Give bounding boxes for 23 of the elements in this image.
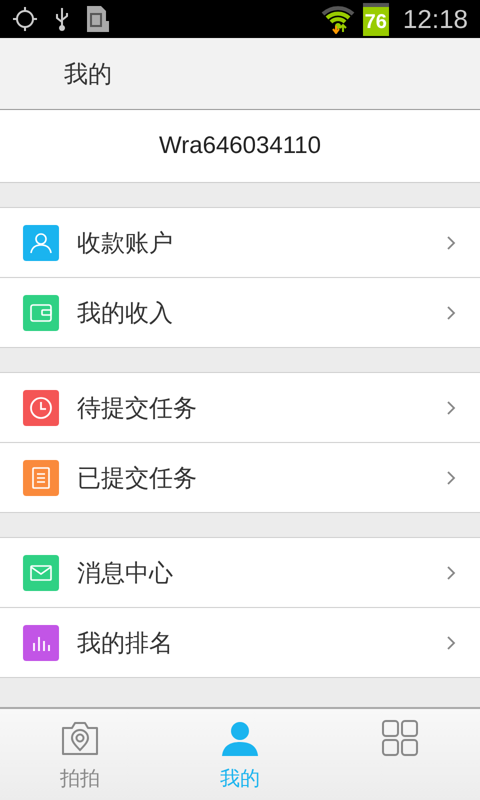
chevron-icon — [446, 400, 456, 416]
chevron-icon — [446, 634, 456, 650]
username: Wra646034110 — [159, 132, 321, 160]
grid-icon — [380, 719, 420, 757]
battery-level: 76 — [362, 2, 389, 36]
page-title: 我的 — [64, 58, 112, 90]
usb-icon — [54, 6, 70, 32]
sim-card-icon — [86, 5, 110, 33]
wifi-icon — [320, 4, 355, 34]
chevron-icon — [446, 234, 456, 250]
clock-time: 12:18 — [402, 4, 468, 34]
menu-item[interactable]: 收款账户 — [0, 208, 480, 277]
chevron-icon — [446, 304, 456, 320]
menu-item[interactable]: 消息中心 — [0, 538, 480, 607]
menu-item[interactable]: 我的排名 — [0, 607, 480, 677]
chevron-icon — [446, 470, 456, 486]
person-icon — [220, 719, 260, 757]
camera-icon — [60, 719, 100, 757]
menu-item[interactable]: 我的收入 — [0, 277, 480, 347]
menu-item[interactable]: 已提交任务 — [0, 442, 480, 512]
location-icon — [12, 6, 38, 32]
chevron-icon — [446, 564, 456, 580]
menu-item[interactable]: 待提交任务 — [0, 373, 480, 442]
